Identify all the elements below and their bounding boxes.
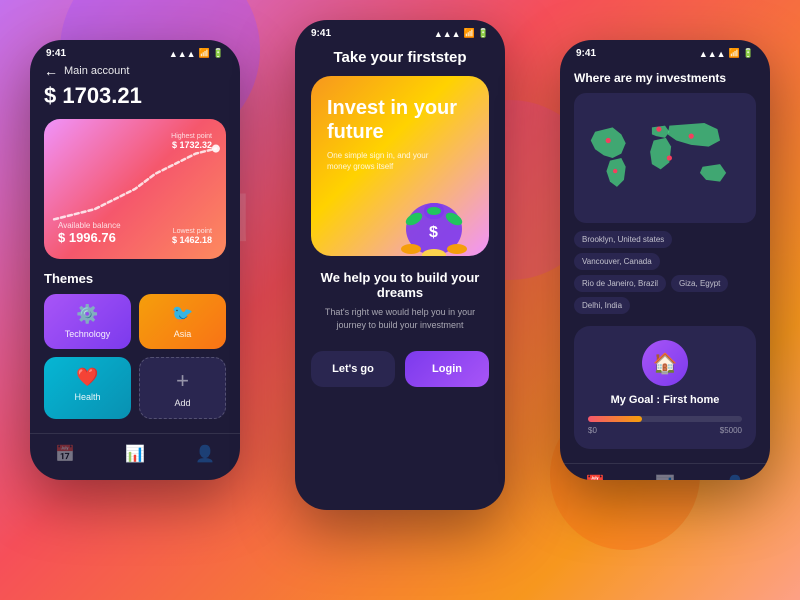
health-icon: ❤️: [76, 367, 98, 388]
dreams-subtitle: That's right we would help you in your j…: [311, 306, 489, 331]
time-2: 9:41: [311, 28, 331, 39]
goal-icon: 🏠: [642, 340, 688, 386]
progress-bar-fill: [588, 416, 642, 422]
phone-1: 9:41 ▲▲▲ 📶 🔋 ← Main account $ 1703.21 A: [30, 40, 240, 480]
signal-icon-1: ▲▲▲: [169, 49, 196, 59]
wifi-icon-3: 📶: [729, 48, 740, 59]
themes-grid: ⚙️ Technology 🐦 Asia ❤️ Health + Add: [44, 294, 226, 419]
phone2-buttons: Let's go Login: [311, 351, 489, 387]
map-title: Where are my investments: [574, 71, 756, 85]
phone-2: 9:41 ▲▲▲ 📶 🔋 Take your firststep Invest …: [295, 20, 505, 510]
nav-profile-icon[interactable]: 👤: [195, 444, 215, 464]
add-icon: +: [176, 368, 189, 394]
battery-icon-1: 🔋: [213, 48, 224, 59]
dreams-section: We help you to build your dreams That's …: [311, 270, 489, 331]
svg-text:$: $: [429, 224, 438, 241]
nav-calendar-icon-3[interactable]: 📅: [585, 474, 605, 480]
asia-name: Asia: [174, 329, 192, 339]
location-brooklyn: Brooklyn, United states: [574, 231, 672, 248]
invest-title: Invest in your future: [327, 96, 473, 144]
chart-highest: Highest point $ 1732.32: [171, 133, 212, 150]
invest-card: Invest in your future One simple sign in…: [311, 76, 489, 256]
balance-amount: $ 1703.21: [44, 83, 226, 109]
status-icons-3: ▲▲▲ 📶 🔋: [699, 48, 754, 59]
progress-bar-container: [588, 416, 742, 422]
status-bar-2: 9:41 ▲▲▲ 📶 🔋: [295, 20, 505, 43]
theme-health[interactable]: ❤️ Health: [44, 357, 131, 419]
highest-label: Highest point: [171, 133, 212, 140]
chart-available: Available balance $ 1996.76: [58, 221, 121, 245]
add-name: Add: [174, 398, 190, 408]
lowest-label: Lowest point: [172, 228, 212, 235]
signal-icon-2: ▲▲▲: [434, 29, 461, 39]
tech-icon: ⚙️: [76, 304, 98, 325]
wifi-icon-2: 📶: [464, 28, 475, 39]
goal-card: 🏠 My Goal : First home $0 $5000: [574, 326, 756, 449]
location-delhi: Delhi, India: [574, 297, 630, 314]
chart-lowest: Lowest point $ 1462.18: [172, 228, 212, 245]
phone2-content: Take your firststep Invest in your futur…: [295, 43, 505, 403]
login-button[interactable]: Login: [405, 351, 489, 387]
asia-icon: 🐦: [171, 304, 193, 325]
status-bar-1: 9:41 ▲▲▲ 📶 🔋: [30, 40, 240, 63]
bottom-nav-1: 📅 📊 👤: [30, 433, 240, 472]
phone-3: 9:41 ▲▲▲ 📶 🔋 Where are my investments: [560, 40, 770, 480]
tech-name: Technology: [65, 329, 111, 339]
phones-container: 9:41 ▲▲▲ 📶 🔋 ← Main account $ 1703.21 A: [30, 40, 770, 510]
chart-card: Available balance $ 1996.76 Highest poin…: [44, 119, 226, 259]
progress-end: $5000: [720, 426, 742, 435]
location-vancouver: Vancouver, Canada: [574, 253, 660, 270]
nav-profile-icon-3[interactable]: 👤: [725, 474, 745, 480]
location-rio: Rio de Janeiro, Brazil: [574, 275, 666, 292]
letsgo-button[interactable]: Let's go: [311, 351, 395, 387]
time-3: 9:41: [576, 48, 596, 59]
time-1: 9:41: [46, 48, 66, 59]
highest-value: $ 1732.32: [171, 140, 212, 150]
nav-chart-icon-3[interactable]: 📊: [655, 474, 675, 480]
nav-calendar-icon[interactable]: 📅: [55, 444, 75, 464]
dreams-title: We help you to build your dreams: [311, 270, 489, 300]
nav-chart-icon[interactable]: 📊: [125, 444, 145, 464]
battery-icon-2: 🔋: [478, 28, 489, 39]
lowest-value: $ 1462.18: [172, 235, 212, 245]
back-header: ← Main account: [44, 63, 226, 79]
status-bar-3: 9:41 ▲▲▲ 📶 🔋: [560, 40, 770, 63]
status-icons-2: ▲▲▲ 📶 🔋: [434, 28, 489, 39]
bottom-nav-3: 📅 📊 👤: [560, 463, 770, 480]
available-value: $ 1996.76: [58, 230, 121, 245]
progress-start: $0: [588, 426, 597, 435]
goal-title: My Goal : First home: [588, 394, 742, 406]
back-arrow-icon[interactable]: ←: [44, 63, 58, 79]
wifi-icon-1: 📶: [199, 48, 210, 59]
location-tags: Brooklyn, United states Vancouver, Canad…: [574, 231, 756, 314]
themes-title: Themes: [44, 271, 226, 286]
battery-icon-3: 🔋: [743, 48, 754, 59]
phone3-content: Where are my investments: [560, 71, 770, 463]
theme-technology[interactable]: ⚙️ Technology: [44, 294, 131, 349]
theme-add[interactable]: + Add: [139, 357, 226, 419]
onboarding-header: Take your firststep: [311, 43, 489, 76]
status-icons-1: ▲▲▲ 📶 🔋: [169, 48, 224, 59]
theme-asia[interactable]: 🐦 Asia: [139, 294, 226, 349]
available-label: Available balance: [58, 221, 121, 230]
map-container: [574, 93, 756, 223]
invest-illustration: $: [389, 161, 479, 256]
health-name: Health: [74, 392, 100, 402]
location-giza: Giza, Egypt: [671, 275, 728, 292]
progress-labels: $0 $5000: [588, 426, 742, 435]
signal-icon-3: ▲▲▲: [699, 49, 726, 59]
phone1-content: ← Main account $ 1703.21 Available balan…: [30, 63, 240, 433]
account-label: Main account: [64, 65, 129, 77]
